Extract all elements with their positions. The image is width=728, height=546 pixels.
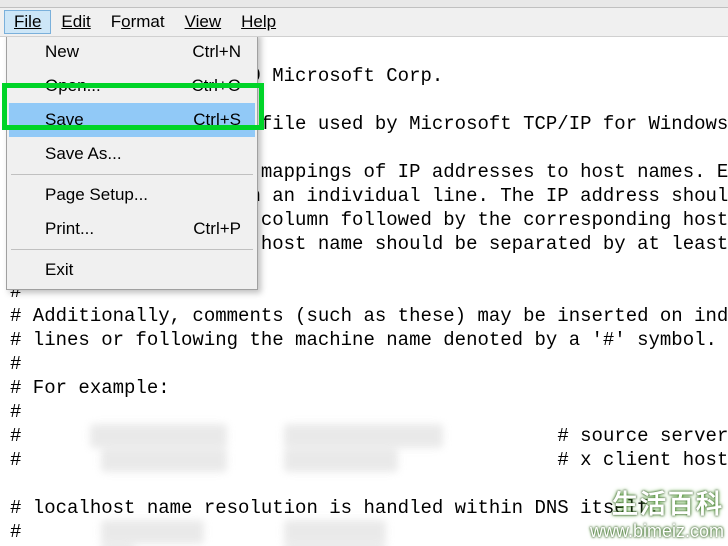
menu-open-label: Open...	[45, 76, 101, 96]
menu-bar: File Edit Format View Help	[0, 8, 728, 37]
editor-line: # lines or following the machine name de…	[10, 329, 717, 351]
menu-exit-label: Exit	[45, 260, 73, 280]
menu-page-setup[interactable]: Page Setup...	[9, 178, 255, 212]
menu-print-label: Print...	[45, 219, 94, 239]
redacted-ip: 127.0.0.1	[101, 520, 204, 544]
menu-new-label: New	[45, 42, 79, 62]
editor-line: # Additionally, comments (such as these)…	[10, 305, 728, 327]
redacted-host: rhino.acme.com	[284, 424, 444, 448]
menu-print-shortcut: Ctrl+P	[193, 219, 241, 239]
menu-save-label: Save	[45, 110, 84, 130]
menu-print[interactable]: Print... Ctrl+P	[9, 212, 255, 246]
editor-line: # 127.0.0.1 localhost	[10, 521, 386, 543]
menu-separator	[11, 249, 253, 250]
menu-separator	[11, 174, 253, 175]
redacted-host: localhost	[284, 520, 387, 544]
menu-save-as-label: Save As...	[45, 144, 122, 164]
redacted-ip: 38.25.63.10	[101, 448, 226, 472]
menu-open[interactable]: Open... Ctrl+O	[9, 69, 255, 103]
menu-save[interactable]: Save Ctrl+S	[9, 103, 255, 137]
redacted-host: x.acme.com	[284, 448, 398, 472]
menu-open-shortcut: Ctrl+O	[191, 76, 241, 96]
redacted-ip: 102.54.94.97	[90, 424, 227, 448]
title-bar	[0, 0, 728, 8]
editor-line: #	[10, 401, 21, 423]
menu-exit[interactable]: Exit	[9, 253, 255, 287]
menu-save-shortcut: Ctrl+S	[193, 110, 241, 130]
editor-line: #	[10, 353, 21, 375]
menu-new[interactable]: New Ctrl+N	[9, 35, 255, 69]
editor-line: # localhost name resolution is handled w…	[10, 497, 660, 519]
menu-help[interactable]: Help	[231, 10, 286, 34]
menu-help-label: Help	[241, 12, 276, 31]
editor-line: # 102.54.94.97 rhino.acme.com # source s…	[10, 425, 728, 447]
menu-save-as[interactable]: Save As...	[9, 137, 255, 171]
menu-view[interactable]: View	[175, 10, 232, 34]
menu-file-label: File	[14, 12, 41, 31]
menu-page-setup-label: Page Setup...	[45, 185, 148, 205]
editor-line: # For example:	[10, 377, 170, 399]
editor-line: # 38.25.63.10 x.acme.com # x client host	[10, 449, 728, 471]
menu-format-label: Format	[111, 12, 165, 31]
menu-view-label: View	[185, 12, 222, 31]
menu-format[interactable]: Format	[101, 10, 175, 34]
file-dropdown: New Ctrl+N Open... Ctrl+O Save Ctrl+S Sa…	[6, 32, 258, 290]
menu-file[interactable]: File	[4, 10, 51, 34]
menu-edit[interactable]: Edit	[51, 10, 100, 34]
menu-edit-label: Edit	[61, 12, 90, 31]
menu-new-shortcut: Ctrl+N	[192, 42, 241, 62]
